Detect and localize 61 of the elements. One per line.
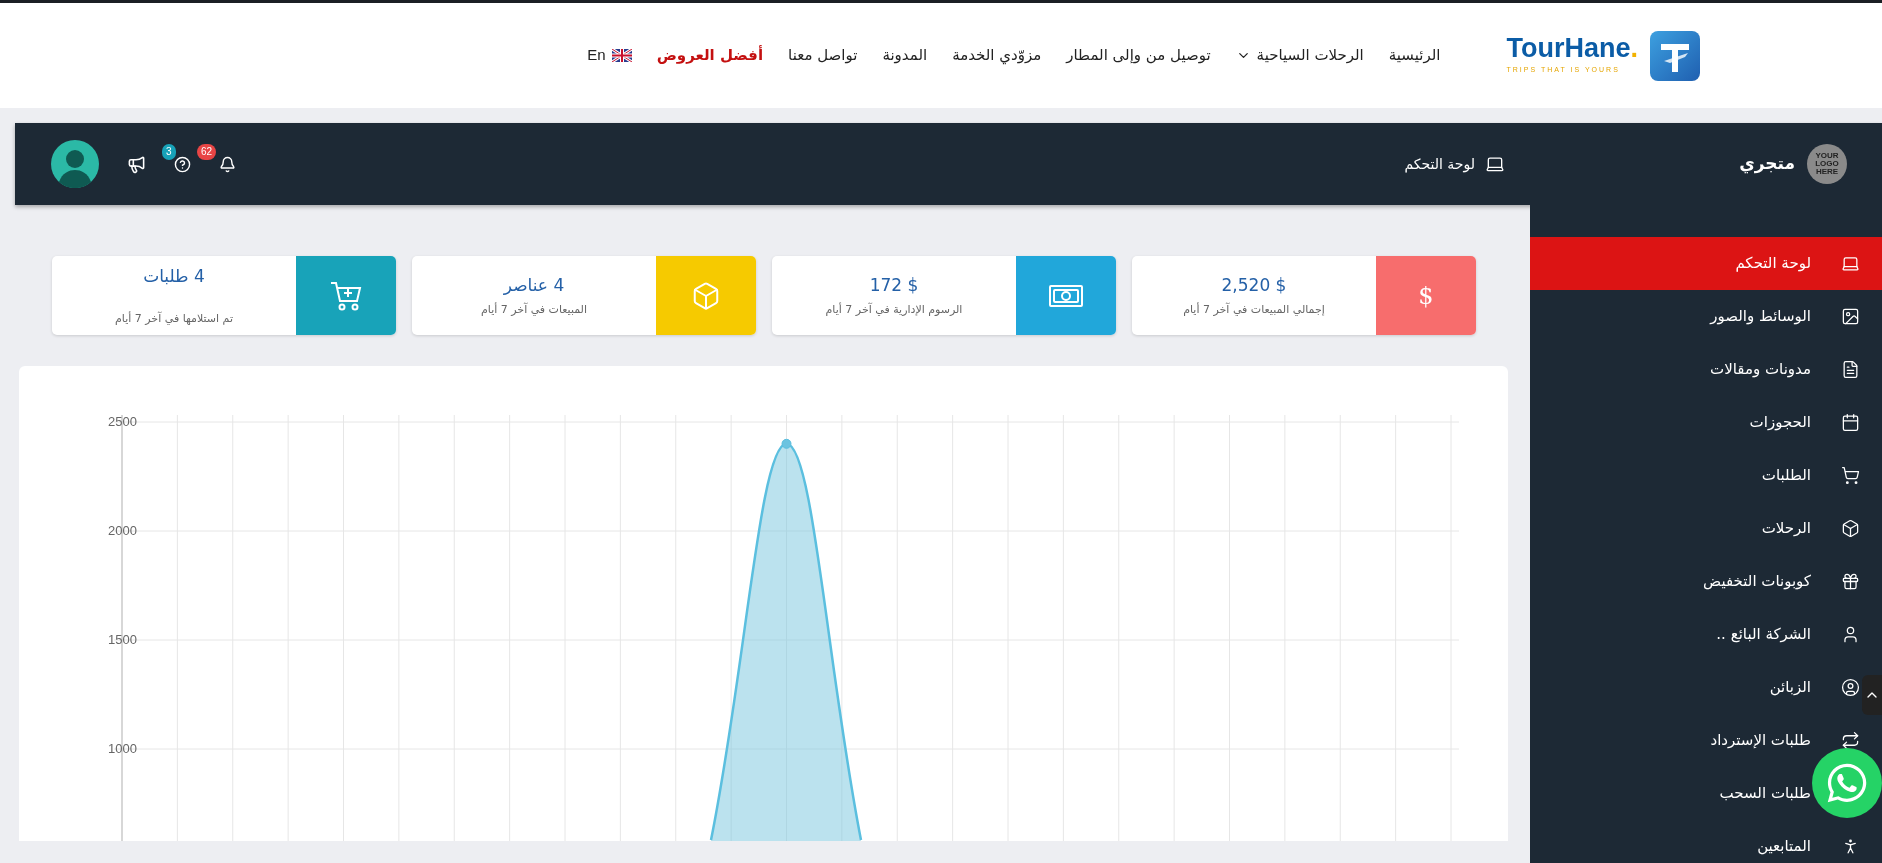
stat-caption: إجمالي المبيعات في آخر 7 أيام xyxy=(1183,302,1325,318)
language-link[interactable]: En xyxy=(587,44,632,67)
nav-link[interactable]: الرئيسية xyxy=(1388,44,1441,67)
sidebar-item[interactable]: مدونات ومقالات xyxy=(1710,343,1860,396)
dollar-icon: $ xyxy=(1418,277,1434,314)
sidebar-item[interactable]: لوحة التحكم xyxy=(1530,237,1882,290)
whatsapp-icon xyxy=(1825,761,1869,805)
sidebar-item[interactable]: الزبائن xyxy=(1769,661,1860,714)
gift-icon xyxy=(1841,572,1860,591)
sidebar-item[interactable]: طلبات السحب xyxy=(1719,767,1811,820)
stat-value: $ 2,520 xyxy=(1221,273,1287,297)
sidebar-item[interactable]: المتابعين xyxy=(1757,820,1860,863)
megaphone-icon[interactable] xyxy=(127,154,146,174)
nav-link[interactable]: مزوّدي الخدمة xyxy=(952,44,1042,67)
sidebar-item[interactable]: الوسائط والصور xyxy=(1710,290,1860,343)
sidebar-item[interactable]: الرحلات xyxy=(1761,502,1860,555)
cart-icon xyxy=(1841,466,1860,485)
box-icon xyxy=(691,280,721,311)
avatar[interactable] xyxy=(51,140,99,188)
help-icon[interactable] xyxy=(174,155,191,173)
axis-tick-label: 1500 xyxy=(108,632,137,647)
sidebar-item[interactable]: كوبونات التخفيض xyxy=(1703,555,1860,608)
sidebar-item[interactable]: الحجوزات xyxy=(1749,396,1860,449)
stat-caption: الرسوم الإدارية في آخر 7 أيام xyxy=(825,302,963,318)
stat-caption: تم استلامها في آخر 7 أيام xyxy=(115,310,233,327)
user-circle-icon xyxy=(1841,678,1860,697)
axis-tick-label: 2000 xyxy=(108,523,137,538)
logo-wordmark: TourHane xyxy=(1506,35,1631,63)
notification-badge: 62 xyxy=(197,143,217,160)
sidebar-item[interactable]: طلبات الإسترداد xyxy=(1710,714,1860,767)
stat-caption: المبيعات في آخر 7 أيام xyxy=(481,302,588,318)
axis-tick-label: 2500 xyxy=(108,414,137,429)
sidebar-item[interactable]: الشركة البائع .. xyxy=(1716,608,1860,661)
nav-link[interactable]: تواصل معنا xyxy=(788,44,858,67)
user-icon xyxy=(1841,625,1860,644)
dashboard-link[interactable]: لوحة التحكم xyxy=(1404,153,1505,175)
stat-value: 4 عناصر xyxy=(503,273,565,297)
nav-link[interactable]: المدونة xyxy=(882,44,928,67)
nav-link[interactable]: توصيل من وإلى المطار xyxy=(1066,44,1211,67)
store-logo: YOUR LOGO HERE xyxy=(1807,144,1847,184)
stat-value: 4 طلبات xyxy=(143,265,205,288)
document-icon xyxy=(1841,360,1860,379)
logo-mark-icon xyxy=(1650,30,1700,81)
store-name: متجري xyxy=(1739,152,1795,176)
repeat-icon xyxy=(1841,731,1860,750)
logo-dot: . xyxy=(1630,35,1638,63)
calendar-icon xyxy=(1841,413,1860,432)
nav-link[interactable]: أفضل العروض xyxy=(656,44,764,67)
stat-value: $ 172 xyxy=(869,273,919,297)
sidebar-item[interactable]: الطلبات xyxy=(1761,449,1860,502)
uk-flag-icon xyxy=(611,49,632,62)
axis-tick-label: 1000 xyxy=(108,741,137,756)
image-icon xyxy=(1841,307,1860,326)
banknote-icon xyxy=(1048,282,1084,309)
cart-plus-icon xyxy=(329,279,363,312)
laptop-icon xyxy=(1841,254,1860,273)
help-badge: 3 xyxy=(162,143,176,160)
nav-link[interactable]: الرحلات السياحية xyxy=(1235,44,1364,67)
box-icon xyxy=(1841,519,1860,538)
scroll-top-button[interactable] xyxy=(1862,675,1882,715)
bell-icon[interactable] xyxy=(219,155,236,173)
